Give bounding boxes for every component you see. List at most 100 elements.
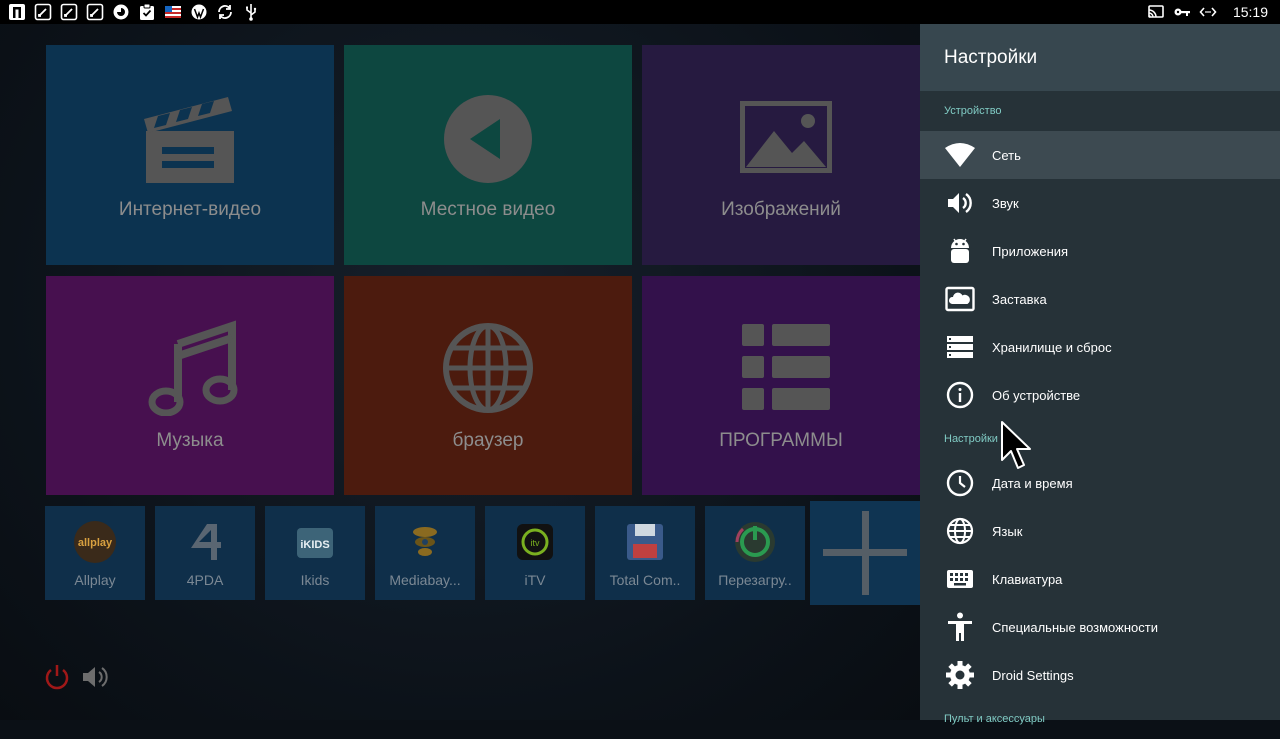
mouse-cursor-icon [1001, 421, 1031, 469]
tile-local-video[interactable]: Местное видео [344, 45, 632, 265]
power-button[interactable] [42, 662, 72, 697]
ikids-icon: iKIDS [297, 528, 333, 558]
browser-icon [112, 3, 130, 21]
settings-item-date-time[interactable]: Дата и время [920, 459, 1280, 507]
svg-text:allplay: allplay [78, 537, 113, 549]
4pda-icon [191, 524, 221, 560]
tile-label: Интернет-видео [118, 199, 262, 220]
globe-icon [944, 515, 976, 547]
settings-item-about[interactable]: Об устройстве [920, 371, 1280, 419]
plus-icon [823, 511, 907, 595]
settings-item-keyboard[interactable]: Клавиатура [920, 555, 1280, 603]
screensaver-icon [944, 283, 976, 315]
wifi-icon [944, 139, 976, 171]
download-icon [86, 3, 104, 21]
app-allplay[interactable]: allplay Allplay [45, 506, 145, 600]
settings-item-label: Заставка [992, 291, 1047, 307]
tile-browser[interactable]: браузер [344, 276, 632, 495]
settings-item-label: Клавиатура [992, 571, 1063, 587]
globe-icon [443, 323, 533, 413]
app-label: Mediabay... [389, 572, 461, 588]
tile-label: Музыка [156, 430, 224, 451]
section-header-device: Устройство [944, 105, 1002, 117]
volume-button[interactable] [80, 662, 110, 697]
launcher-home: Интернет-видео Местное видео Изображений… [0, 24, 920, 720]
cast-icon [1147, 3, 1165, 21]
tile-label: Изображений [721, 199, 841, 220]
settings-item-droid-settings[interactable]: Droid Settings [920, 651, 1280, 699]
app-label: Total Com.. [609, 572, 681, 588]
keyboard-icon [944, 563, 976, 595]
settings-item-label: Об устройстве [992, 387, 1081, 403]
tile-label: ПРОГРАММЫ [719, 430, 843, 451]
sync-icon [216, 3, 234, 21]
settings-item-label: Специальные возможности [992, 619, 1158, 635]
app-ikids[interactable]: iKIDS Ikids [265, 506, 365, 600]
tile-programs[interactable]: ПРОГРАММЫ [642, 276, 920, 495]
mediabay-icon [413, 527, 437, 556]
settings-panel: Настройки Устройство Сеть Звук Приложени… [920, 24, 1280, 725]
section-header-preferences: Настройки [944, 433, 998, 445]
tile-label: браузер [452, 430, 524, 451]
info-icon [944, 379, 976, 411]
app-list-icon [742, 324, 830, 410]
clock-icon [944, 467, 976, 499]
storage-icon [944, 331, 976, 363]
clipboard-check-icon [138, 3, 156, 21]
settings-item-accessibility[interactable]: Специальные возможности [920, 603, 1280, 651]
flag-icon [164, 3, 182, 21]
section-header-remote-accessories: Пульт и аксессуары [944, 713, 1045, 725]
tile-internet-video[interactable]: Интернет-видео [46, 45, 334, 265]
settings-item-label: Сеть [992, 147, 1021, 163]
image-icon [740, 101, 832, 173]
settings-item-label: Приложения [992, 243, 1069, 259]
app-label: iTV [524, 572, 546, 588]
settings-item-screensaver[interactable]: Заставка [920, 275, 1280, 323]
volume-icon [83, 667, 108, 687]
play-circle-icon [444, 95, 532, 183]
tile-images[interactable]: Изображений [642, 45, 920, 265]
settings-item-language[interactable]: Язык [920, 507, 1280, 555]
wordpress-icon [190, 3, 208, 21]
floppy-disk-icon [627, 524, 663, 560]
settings-item-apps[interactable]: Приложения [920, 227, 1280, 275]
reboot-icon [735, 522, 775, 562]
app-reboot[interactable]: Перезагру.. [705, 506, 805, 600]
app-label: Перезагру.. [718, 572, 792, 588]
settings-item-label: Droid Settings [992, 667, 1074, 683]
itv-icon: itv [517, 524, 553, 560]
settings-item-label: Звук [992, 195, 1019, 211]
settings-title: Настройки [944, 46, 1038, 68]
usb-icon [242, 3, 260, 21]
settings-header: Настройки [920, 24, 1280, 91]
clapperboard-icon [144, 97, 234, 183]
app-label: Allplay [74, 572, 116, 588]
tile-music[interactable]: Музыка [46, 276, 334, 495]
gear-icon [944, 659, 976, 691]
svg-text:itv: itv [531, 538, 541, 548]
settings-item-label: Хранилище и сброс [992, 339, 1112, 355]
settings-item-storage[interactable]: Хранилище и сброс [920, 323, 1280, 371]
notification-icons [8, 3, 260, 21]
download-icon [60, 3, 78, 21]
app-mediabay[interactable]: Mediabay... [375, 506, 475, 600]
key-icon [1173, 3, 1191, 21]
power-icon [45, 665, 69, 690]
app-total-commander[interactable]: Total Com.. [595, 506, 695, 600]
app-label: Ikids [300, 572, 330, 588]
android-icon [944, 235, 976, 267]
settings-item-label: Дата и время [992, 475, 1073, 491]
status-bar: 15:19 [0, 0, 1280, 24]
clock-time: 15:19 [1232, 4, 1268, 20]
add-app-tile[interactable] [810, 501, 920, 605]
music-note-icon [148, 320, 238, 416]
settings-item-network[interactable]: Сеть [920, 131, 1280, 179]
settings-item-label: Язык [992, 523, 1023, 539]
speaker-icon [944, 187, 976, 219]
app-p-icon [8, 3, 26, 21]
app-itv[interactable]: itv iTV [485, 506, 585, 600]
download-icon [34, 3, 52, 21]
accessibility-icon [944, 611, 976, 643]
settings-item-sound[interactable]: Звук [920, 179, 1280, 227]
app-4pda[interactable]: 4PDA [155, 506, 255, 600]
